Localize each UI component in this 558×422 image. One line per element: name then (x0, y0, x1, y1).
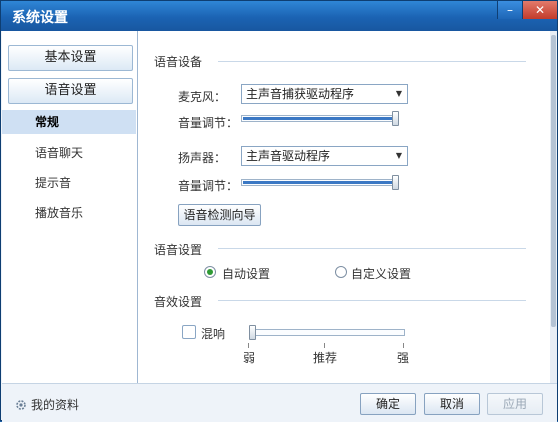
reverb-scale-low: 弱 (243, 351, 256, 365)
reverb-label: 混响 (201, 327, 226, 341)
radio-auto-label: 自动设置 (222, 267, 271, 281)
section-title-voice-settings: 语音设置 (154, 243, 203, 257)
radio-auto-setting[interactable] (204, 266, 216, 278)
settings-window: 系统设置 – ✕ 基本设置 语音设置 常规 语音聊天 提示音 播放音乐 语音设备… (0, 0, 558, 422)
section-divider (218, 61, 526, 62)
minimize-button[interactable]: – (497, 1, 522, 19)
sidebar-item-play-music[interactable]: 播放音乐 (2, 201, 136, 225)
section-divider (218, 248, 526, 249)
my-profile-link[interactable]: 我的资料 (15, 396, 79, 413)
radio-custom-label: 自定义设置 (351, 267, 412, 281)
mic-volume-slider[interactable] (241, 115, 399, 122)
chevron-down-icon: ▼ (395, 151, 402, 160)
reverb-tick-mid (324, 343, 325, 348)
mic-select[interactable]: 主声音捕获驱动程序 ▼ (241, 84, 408, 104)
reverb-scale-high: 强 (397, 351, 410, 365)
sidebar-item-general[interactable]: 常规 (2, 110, 136, 134)
speaker-select[interactable]: 主声音驱动程序 ▼ (241, 146, 408, 166)
minimize-icon: – (507, 3, 513, 17)
sidebar-group-basic[interactable]: 基本设置 (8, 45, 133, 71)
apply-button[interactable]: 应用 (487, 393, 543, 415)
reverb-tick-low (248, 343, 249, 348)
speaker-volume-thumb[interactable] (392, 175, 399, 190)
reverb-checkbox[interactable] (182, 325, 196, 339)
reverb-tick-high (403, 343, 404, 348)
sidebar: 基本设置 语音设置 常规 语音聊天 提示音 播放音乐 (2, 31, 138, 383)
mic-label: 麦克风： (178, 90, 227, 104)
mic-volume-fill (243, 117, 397, 120)
radio-custom-setting[interactable] (335, 266, 347, 278)
mic-volume-label: 音量调节： (178, 116, 239, 130)
speaker-label: 扬声器： (178, 151, 227, 165)
my-profile-label: 我的资料 (31, 398, 80, 412)
mic-volume-thumb[interactable] (392, 111, 399, 126)
content-scrollbar[interactable] (550, 31, 557, 383)
footer: 我的资料 确定 取消 应用 (2, 383, 557, 422)
title-bar[interactable]: 系统设置 – ✕ (1, 1, 557, 31)
sidebar-group-voice[interactable]: 语音设置 (8, 78, 133, 104)
section-divider (218, 300, 526, 301)
speaker-select-value: 主声音驱动程序 (246, 149, 331, 163)
cancel-button[interactable]: 取消 (424, 393, 480, 415)
speaker-volume-slider[interactable] (241, 179, 399, 186)
speaker-volume-label: 音量调节： (178, 179, 239, 193)
speaker-volume-fill (243, 181, 397, 184)
gear-icon (16, 400, 26, 410)
close-button[interactable]: ✕ (522, 1, 557, 19)
mic-select-value: 主声音捕获驱动程序 (246, 87, 355, 101)
scrollbar-thumb[interactable] (551, 35, 556, 327)
sidebar-item-voice-chat[interactable]: 语音聊天 (2, 141, 136, 165)
section-title-sound-effects: 音效设置 (154, 295, 203, 309)
ok-button[interactable]: 确定 (360, 393, 416, 415)
window-title: 系统设置 (12, 10, 68, 26)
close-icon: ✕ (534, 3, 546, 17)
reverb-scale-mid: 推荐 (313, 351, 338, 365)
chevron-down-icon: ▼ (395, 89, 402, 98)
sidebar-item-notification-sound[interactable]: 提示音 (2, 171, 136, 195)
reverb-thumb[interactable] (249, 325, 256, 340)
settings-content: 语音设备 麦克风： 主声音捕获驱动程序 ▼ 音量调节： 扬声器： 主声音驱动程序… (138, 31, 550, 383)
reverb-slider[interactable] (249, 329, 405, 336)
voice-wizard-button[interactable]: 语音检测向导 (178, 204, 261, 226)
section-title-voice-device: 语音设备 (154, 55, 203, 69)
